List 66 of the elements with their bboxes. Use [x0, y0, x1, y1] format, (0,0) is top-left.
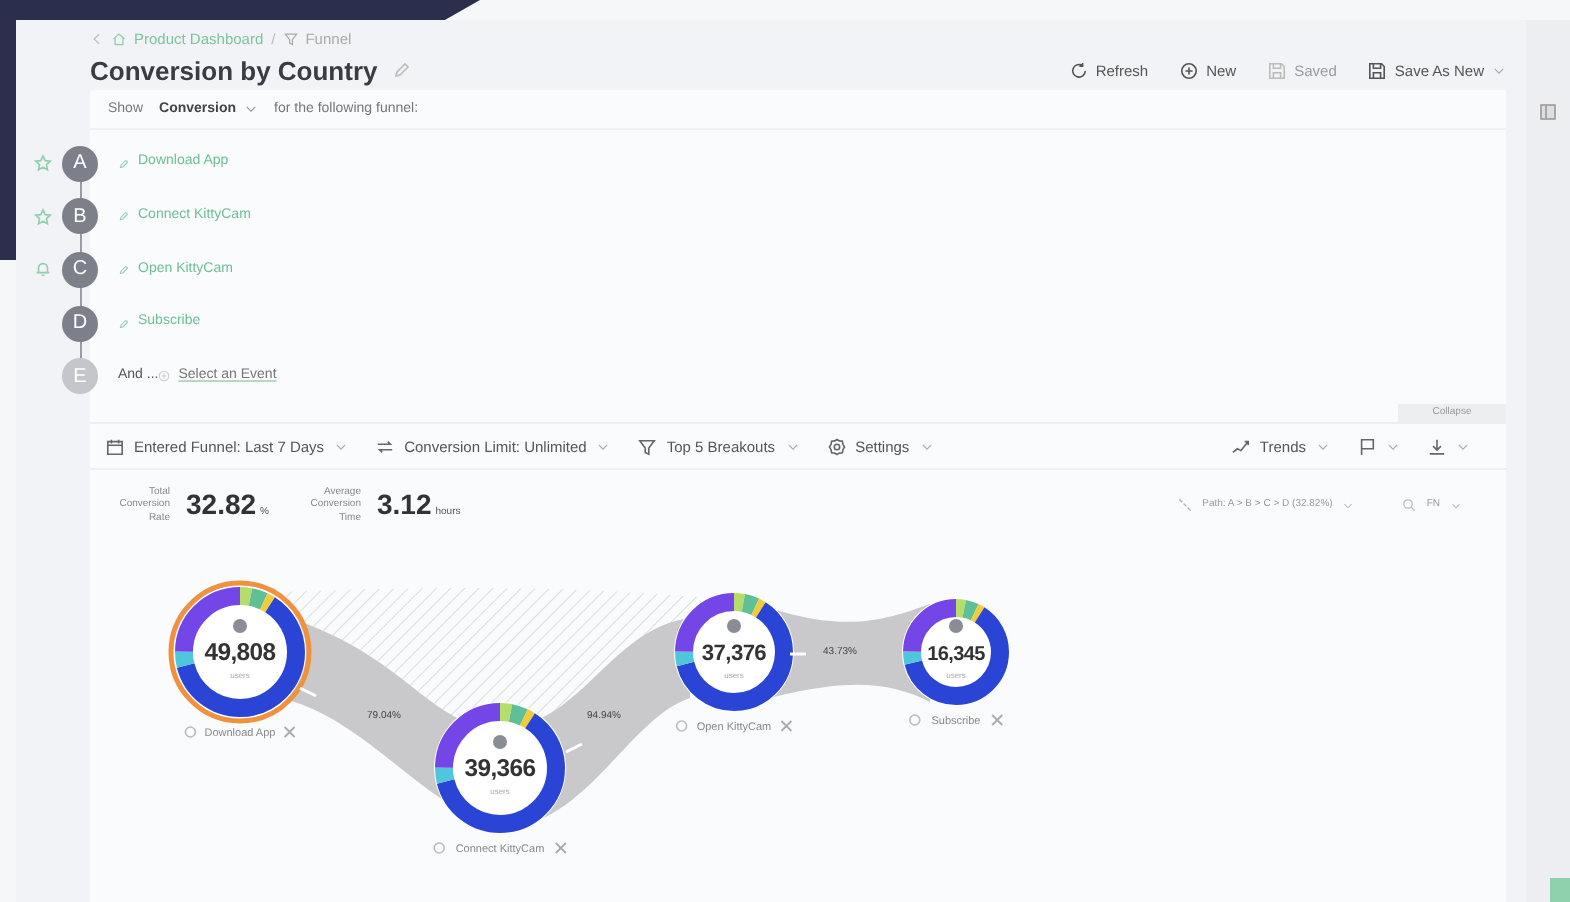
- edit-icon: [118, 317, 130, 330]
- caret-icon: [1492, 63, 1506, 78]
- pencil-icon[interactable]: [393, 62, 410, 79]
- star-icon: [33, 207, 51, 226]
- download-icon: [1428, 437, 1446, 456]
- flag-icon: [1358, 437, 1376, 456]
- caret-icon: [1456, 439, 1470, 454]
- node-count: 49,808: [204, 638, 276, 667]
- event-icon: [233, 619, 247, 634]
- donut-drawing[interactable]: [674, 592, 794, 713]
- step-letter: A: [62, 145, 98, 182]
- remove-icon[interactable]: [991, 714, 1004, 727]
- node-count: 16,345: [927, 644, 985, 667]
- calendar-icon: [106, 437, 124, 456]
- bell-icon: [33, 260, 51, 279]
- download-dropdown[interactable]: [1428, 437, 1470, 456]
- event-icon: [727, 619, 741, 634]
- caret-icon: [1450, 499, 1462, 512]
- dashboard-icon: [112, 32, 126, 47]
- caret-icon: [1386, 439, 1400, 454]
- caret-icon: [1316, 439, 1330, 454]
- event-icon: [184, 726, 197, 739]
- back-icon: [90, 32, 104, 47]
- event-icon: [909, 714, 921, 727]
- event-icon: [493, 735, 507, 750]
- step-letter: B: [62, 198, 98, 235]
- page-title: Conversion by Country: [90, 53, 378, 90]
- step-letter: C: [62, 251, 98, 288]
- funnel-icon: [283, 32, 298, 47]
- trend-icon: [1231, 437, 1250, 456]
- event-icon: [433, 842, 445, 855]
- remove-icon[interactable]: [780, 720, 793, 733]
- caret-icon: [244, 102, 259, 117]
- star-icon: [33, 154, 51, 173]
- node-count: 37,376: [701, 642, 767, 667]
- remove-icon[interactable]: [283, 726, 296, 739]
- flag-dropdown[interactable]: [1358, 437, 1400, 456]
- step-letter: D: [62, 305, 98, 342]
- stat-value: 3.12: [377, 486, 432, 525]
- caret-icon: [334, 439, 349, 454]
- caret-icon: [1342, 499, 1355, 512]
- swap-icon: [376, 437, 395, 456]
- donut-drawing[interactable]: [434, 702, 566, 835]
- event-icon: [675, 720, 688, 733]
- node-count: 39,366: [464, 754, 536, 783]
- plus-icon: [1180, 61, 1199, 80]
- donut-drawing[interactable]: [902, 598, 1010, 707]
- save-icon: [1368, 61, 1387, 80]
- caret-icon: [785, 439, 800, 454]
- save-icon: [1268, 61, 1287, 80]
- stat-value: 32.82: [186, 486, 257, 525]
- step-letter: E: [62, 358, 98, 395]
- settings-icon: [827, 437, 846, 456]
- caret-icon: [919, 439, 934, 454]
- remove-icon[interactable]: [554, 842, 567, 855]
- edit-icon: [118, 157, 130, 170]
- event-icon: [949, 619, 963, 634]
- caret-icon: [596, 439, 611, 454]
- edit-icon: [118, 263, 130, 276]
- path-icon: [1178, 498, 1193, 513]
- panel-icon[interactable]: [1540, 104, 1556, 120]
- refresh-icon: [1069, 61, 1088, 80]
- search-icon: [1402, 498, 1417, 513]
- edit-icon: [118, 210, 130, 223]
- filter-icon: [638, 437, 657, 456]
- plus-icon: [158, 370, 171, 383]
